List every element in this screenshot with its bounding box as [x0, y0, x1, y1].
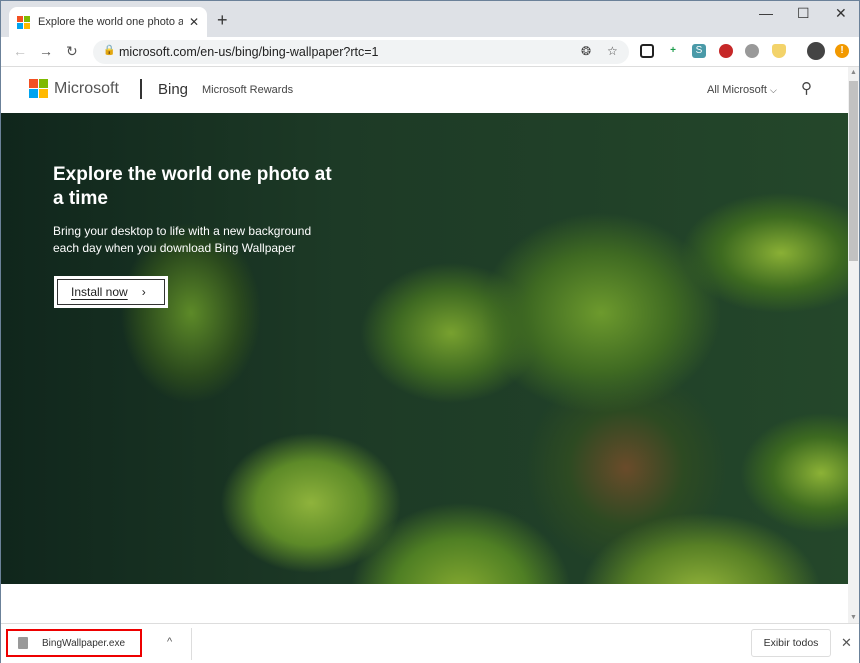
microsoft-logo-icon — [29, 79, 48, 98]
show-all-button[interactable]: Exibir todos — [751, 629, 831, 657]
bing-link[interactable]: Bing — [158, 81, 188, 98]
film-extension-icon[interactable] — [745, 44, 759, 58]
update-alert-icon[interactable]: ! — [835, 44, 849, 58]
new-tab-button[interactable]: + — [217, 10, 228, 31]
profile-avatar[interactable] — [807, 42, 825, 60]
scroll-up-icon[interactable]: ▲ — [850, 69, 857, 76]
download-item[interactable]: BingWallpaper.exe — [6, 629, 142, 657]
download-bar: BingWallpaper.exe ^ Exibir todos ✕ — [1, 623, 859, 663]
tab-title: Explore the world one photo at a time — [38, 16, 183, 28]
back-button[interactable]: ← — [13, 43, 27, 59]
scroll-down-icon[interactable]: ▼ — [850, 614, 857, 621]
site-header: Microsoft Bing Microsoft Rewards All Mic… — [1, 67, 848, 113]
plus-extension-icon[interactable]: + — [666, 44, 680, 58]
header-divider — [140, 79, 142, 99]
close-download-bar-icon[interactable]: ✕ — [841, 635, 852, 651]
lock-icon: 🔒 — [103, 45, 116, 56]
hero-banner: Explore the world one photo at a time Br… — [1, 113, 848, 584]
url-text: microsoft.com/en-us/bing/bing-wallpaper?… — [119, 45, 379, 59]
vertical-scrollbar[interactable]: ▲ ▼ — [848, 67, 859, 623]
address-bar[interactable]: 🔒 microsoft.com/en-us/bing/bing-wallpape… — [93, 40, 629, 64]
maximize-button[interactable]: ☐ — [797, 5, 810, 22]
shield-extension-icon[interactable] — [772, 44, 786, 58]
cookie-icon[interactable]: ❂ — [581, 44, 591, 58]
chevron-right-icon: › — [141, 285, 146, 299]
all-microsoft-menu[interactable]: All Microsoft ⌵ — [707, 84, 777, 96]
microsoft-rewards-link[interactable]: Microsoft Rewards — [202, 84, 293, 96]
download-file-name: BingWallpaper.exe — [42, 637, 126, 649]
hero-title: Explore the world one photo at a time — [53, 164, 332, 209]
install-now-label: Install now — [71, 285, 128, 299]
tab-bing-wallpaper[interactable]: Explore the world one photo at a time ✕ — [9, 7, 207, 37]
search-icon[interactable]: ⚲ — [801, 79, 812, 97]
bookmark-star-icon[interactable]: ☆ — [607, 44, 618, 58]
close-tab-icon[interactable]: ✕ — [189, 15, 199, 29]
exe-file-icon — [18, 637, 28, 649]
browser-toolbar: ← → ↻ 🔒 microsoft.com/en-us/bing/bing-wa… — [1, 37, 859, 67]
minimize-button[interactable]: — — [759, 5, 773, 21]
tab-strip: Explore the world one photo at a time ✕ … — [1, 1, 859, 37]
download-options-chevron-icon[interactable]: ^ — [167, 636, 172, 648]
install-now-button[interactable]: Install now › — [54, 276, 168, 308]
microsoft-logo[interactable]: Microsoft — [29, 79, 119, 98]
chevron-down-icon: ⌵ — [769, 85, 777, 95]
s-extension-icon[interactable]: S — [692, 44, 706, 58]
all-microsoft-label: All Microsoft — [707, 84, 767, 96]
picture-in-picture-extension-icon[interactable] — [640, 44, 654, 58]
forward-button[interactable]: → — [39, 43, 53, 59]
close-window-button[interactable]: ✕ — [835, 5, 847, 22]
microsoft-favicon-icon — [17, 15, 30, 29]
brand-name: Microsoft — [54, 79, 119, 97]
reload-button[interactable]: ↻ — [66, 43, 78, 60]
hero-subtitle: Bring your desktop to life with a new ba… — [53, 224, 312, 255]
download-divider — [191, 628, 192, 660]
scrollbar-thumb[interactable] — [849, 81, 858, 261]
record-extension-icon[interactable] — [719, 44, 733, 58]
